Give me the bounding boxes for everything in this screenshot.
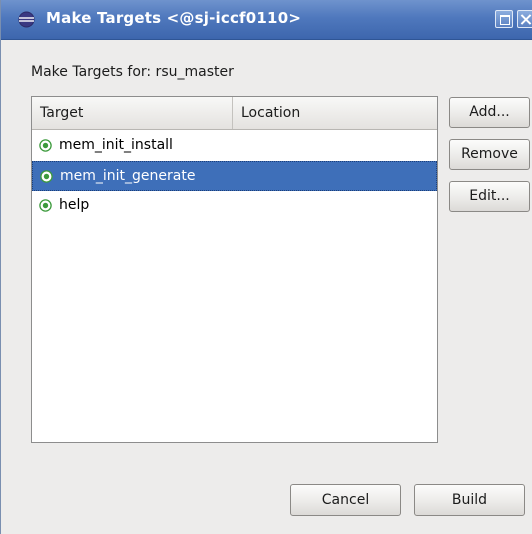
column-header-location[interactable]: Location bbox=[233, 97, 437, 129]
edit-button[interactable]: Edit... bbox=[449, 181, 530, 212]
targets-table[interactable]: Target Location mem_init_install mem_ini… bbox=[31, 96, 438, 443]
target-icon bbox=[40, 170, 53, 183]
table-row[interactable]: mem_init_install bbox=[32, 131, 437, 161]
build-button[interactable]: Build bbox=[414, 484, 525, 516]
table-header: Target Location bbox=[32, 97, 437, 130]
eclipse-icon bbox=[18, 11, 35, 28]
remove-button[interactable]: Remove bbox=[449, 139, 530, 170]
title-bar[interactable]: Make Targets <@sj-iccf0110> bbox=[1, 0, 532, 40]
table-row[interactable]: mem_init_generate bbox=[32, 161, 437, 191]
target-name: mem_init_generate bbox=[60, 168, 196, 184]
make-targets-for-label: Make Targets for: rsu_master bbox=[31, 64, 234, 80]
make-targets-dialog: Make Targets <@sj-iccf0110> Make Targets… bbox=[0, 0, 532, 534]
maximize-icon[interactable] bbox=[495, 10, 513, 28]
window-title: Make Targets <@sj-iccf0110> bbox=[46, 9, 302, 27]
cancel-button[interactable]: Cancel bbox=[290, 484, 401, 516]
add-button[interactable]: Add... bbox=[449, 97, 530, 128]
close-icon[interactable] bbox=[517, 10, 532, 28]
target-icon bbox=[39, 199, 52, 212]
target-name: mem_init_install bbox=[59, 137, 173, 153]
table-row[interactable]: help bbox=[32, 191, 437, 221]
column-header-target[interactable]: Target bbox=[32, 97, 233, 129]
target-name: help bbox=[59, 197, 90, 213]
target-icon bbox=[39, 139, 52, 152]
